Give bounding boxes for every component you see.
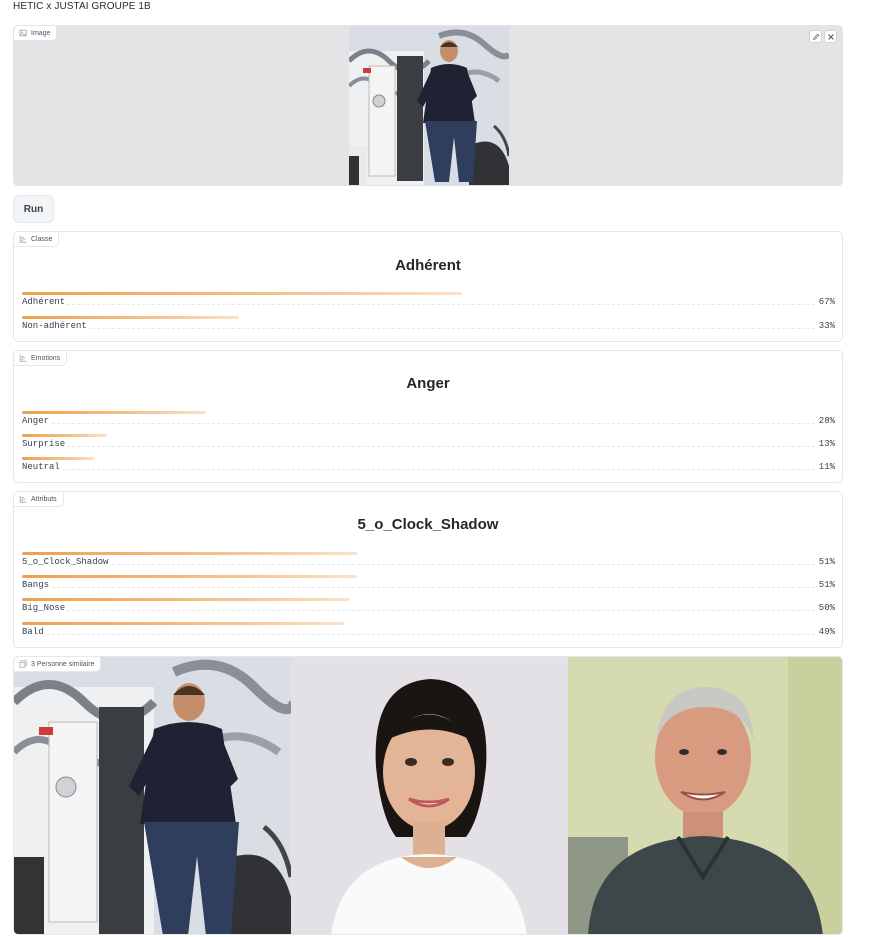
- attributs-output-block: Attributs 5_o_Clock_Shadow 5_o_Clock_Sha…: [13, 491, 843, 648]
- confidence-value: 51%: [816, 557, 835, 567]
- image-icon: [19, 29, 27, 37]
- confidence-row: Surprise 13%: [22, 434, 835, 456]
- confidence-bar: [22, 622, 344, 625]
- confidence-value: 51%: [816, 580, 835, 590]
- attributs-label-text: Attributs: [31, 495, 57, 503]
- image-block-label: Image: [14, 26, 58, 41]
- confidence-bar: [22, 552, 357, 555]
- confidence-bar: [22, 434, 107, 437]
- gallery-label-text: 3 Personne similaire: [31, 660, 95, 668]
- close-icon: [827, 33, 834, 40]
- confidence-label: 5_o_Clock_Shadow: [22, 557, 111, 567]
- confidence-bar: [22, 457, 94, 460]
- confidence-value: 11%: [816, 462, 835, 472]
- confidence-label: Anger: [22, 416, 52, 426]
- emotions-label-text: Emotions: [31, 354, 61, 362]
- confidence-label: Adhérent: [22, 297, 68, 307]
- gallery-icon: [19, 660, 27, 668]
- run-button[interactable]: Run: [13, 195, 54, 223]
- emotions-output-block: Emotions Anger Anger 28% Surprise 13% Ne…: [13, 350, 843, 483]
- confidence-bar: [22, 292, 462, 295]
- clear-image-button[interactable]: [824, 30, 837, 43]
- confidence-row: 5_o_Clock_Shadow 51%: [22, 552, 835, 574]
- similar-people-gallery: 3 Personne similaire: [13, 656, 843, 935]
- confidence-bar: [22, 575, 357, 578]
- gallery-image[interactable]: [291, 657, 568, 934]
- pencil-icon: [812, 33, 819, 40]
- label-icon: [19, 354, 27, 362]
- confidence-label: Surprise: [22, 439, 68, 449]
- confidence-label: Non-adhérent: [22, 321, 89, 331]
- classe-top-label: Adhérent: [395, 257, 461, 274]
- confidence-value: 33%: [816, 321, 835, 331]
- classe-label-text: Classe: [31, 235, 53, 243]
- classe-block-label: Classe: [14, 232, 60, 247]
- emotions-block-label: Emotions: [14, 351, 68, 366]
- confidence-bar: [22, 316, 239, 319]
- confidence-value: 49%: [816, 627, 835, 637]
- confidence-row: Bald 49%: [22, 622, 835, 644]
- confidence-value: 28%: [816, 416, 835, 426]
- confidence-row: Adhérent 67%: [22, 292, 835, 314]
- confidence-value: 50%: [816, 603, 835, 613]
- gallery-image[interactable]: [568, 657, 842, 934]
- confidence-value: 67%: [816, 297, 835, 307]
- confidence-bar: [22, 598, 350, 601]
- gallery-block-label: 3 Personne similaire: [14, 657, 102, 672]
- image-label-text: Image: [31, 29, 51, 37]
- gallery-image[interactable]: [14, 657, 291, 934]
- image-input-block[interactable]: Image: [13, 25, 843, 186]
- attributs-block-label: Attributs: [14, 492, 64, 507]
- label-icon: [19, 235, 27, 243]
- confidence-label: Bald: [22, 627, 46, 637]
- confidence-bar: [22, 411, 206, 414]
- uploaded-photo: [349, 26, 509, 185]
- confidence-row: Big_Nose 50%: [22, 598, 835, 620]
- classe-output-block: Classe Adhérent Adhérent 67% Non-adhéren…: [13, 231, 843, 342]
- emotions-top-label: Anger: [406, 375, 450, 392]
- confidence-label: Big_Nose: [22, 603, 68, 613]
- confidence-row: Non-adhérent 33%: [22, 316, 835, 338]
- label-icon: [19, 495, 27, 503]
- confidence-row: Neutral 11%: [22, 457, 835, 479]
- edit-image-button[interactable]: [809, 30, 822, 43]
- confidence-value: 13%: [816, 439, 835, 449]
- confidence-label: Bangs: [22, 580, 52, 590]
- app-title: HETIC x JUSTAI GROUPE 1B: [13, 1, 151, 12]
- confidence-row: Bangs 51%: [22, 575, 835, 597]
- confidence-row: Anger 28%: [22, 411, 835, 433]
- attributs-top-label: 5_o_Clock_Shadow: [357, 516, 499, 533]
- confidence-label: Neutral: [22, 462, 62, 472]
